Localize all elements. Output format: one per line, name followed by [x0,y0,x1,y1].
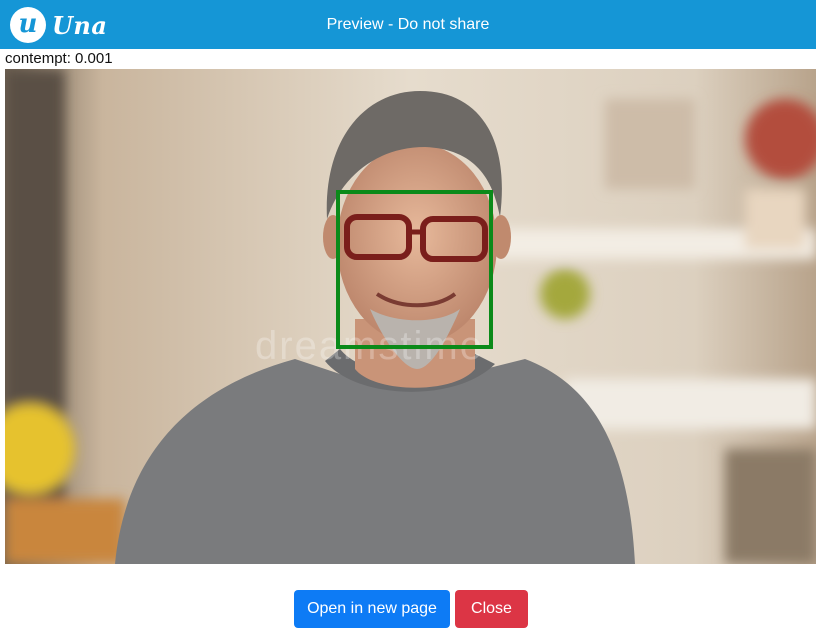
preview-photo: dreamstime [5,69,816,564]
header-bar: u Una Preview - Do not share [0,0,816,49]
close-button[interactable]: Close [455,590,528,628]
page-title: Preview - Do not share [326,16,490,33]
open-in-new-page-button[interactable]: Open in new page [294,590,450,628]
face-detection-box [336,190,493,349]
emotion-score-label: contempt: 0.001 [5,50,113,67]
